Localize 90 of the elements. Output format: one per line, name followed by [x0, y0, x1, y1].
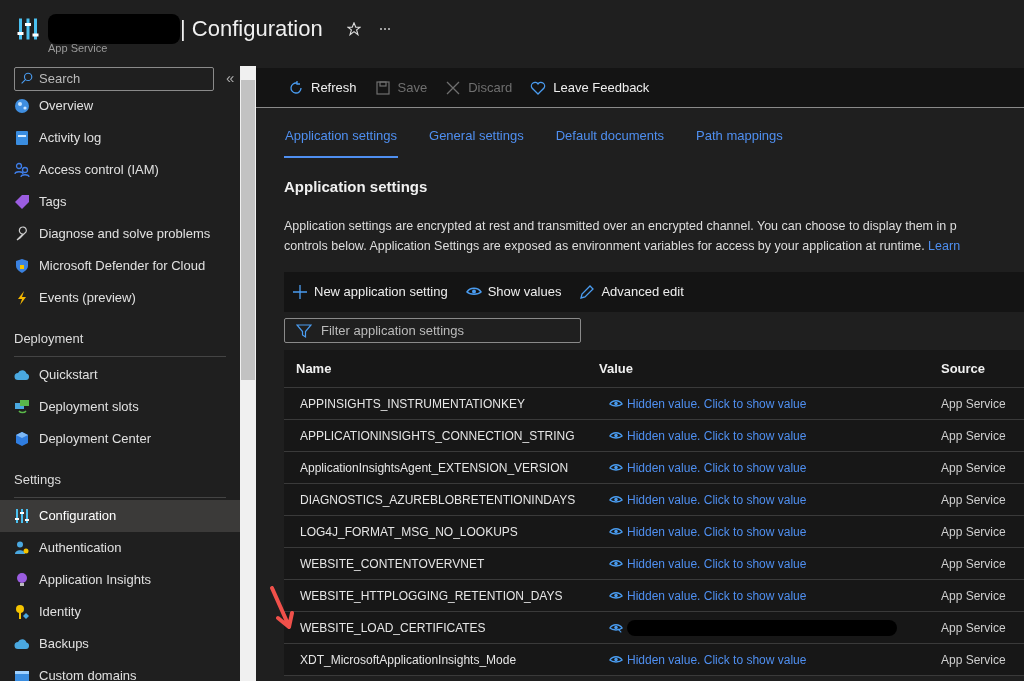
table-cell-text: App Service — [941, 555, 1007, 573]
nav-item[interactable]: Configuration — [0, 500, 240, 532]
tag-icon — [14, 194, 30, 210]
globe-icon — [14, 98, 30, 114]
section-heading: Deployment — [14, 331, 84, 346]
command-button[interactable]: Advanced edit — [579, 282, 684, 302]
section-title: Application settings — [284, 176, 429, 197]
cloud-icon — [14, 636, 30, 652]
table-cell-text: App Service — [941, 395, 1007, 413]
learn-link[interactable]: Learn — [928, 239, 961, 253]
collapse-button[interactable]: « — [226, 66, 235, 90]
table-cell-text: App Service — [941, 619, 1007, 637]
table-cell-text: App Service — [941, 491, 1007, 509]
column-header: Source — [941, 359, 987, 378]
cloud-icon — [14, 367, 30, 383]
star-icon[interactable] — [346, 22, 361, 36]
column-header: Name — [295, 359, 333, 378]
refresh-icon — [288, 79, 304, 96]
heart-icon — [530, 79, 547, 96]
nav-item[interactable]: Access control (IAM) — [0, 154, 240, 186]
table-cell-text: WEBSITE_HTTPLOGGING_RETENTION_DAYS — [299, 587, 564, 605]
table-cell-text: ApplicationInsightsAgent_EXTENSION_VERSION — [299, 459, 570, 477]
nav-item[interactable]: Overview — [0, 90, 240, 122]
table-cell-text: APPLICATIONINSIGHTS_CONNECTION_STRING — [299, 427, 576, 445]
nav-item[interactable]: Custom domains — [0, 660, 240, 681]
nav-item[interactable]: Deployment Center — [0, 423, 240, 455]
key-icon — [14, 604, 30, 620]
nav-item[interactable]: Diagnose and solve problems — [0, 218, 240, 250]
search-icon — [20, 72, 33, 85]
nav-item[interactable]: Identity — [0, 596, 240, 628]
browser-icon — [14, 668, 30, 681]
people-icon — [14, 162, 30, 178]
cube-icon — [14, 431, 30, 447]
more-icon[interactable] — [378, 27, 391, 31]
nav-item[interactable]: Quickstart — [0, 359, 240, 391]
filter-icon — [296, 323, 312, 339]
table-cell-text: App Service — [941, 587, 1007, 605]
nav-item[interactable]: Microsoft Defender for Cloud — [0, 250, 240, 282]
table-cell-text: DIAGNOSTICS_AZUREBLOBRETENTIONINDAYS — [299, 491, 577, 509]
scrollbar[interactable] — [240, 66, 256, 681]
table-cell-text: APPINSIGHTS_INSTRUMENTATIONKEY — [299, 395, 526, 413]
command-button[interactable]: New application setting — [292, 282, 448, 302]
tab[interactable]: Path mappings — [695, 126, 784, 158]
page-title: | Configuration — [180, 15, 323, 43]
sliders-icon — [14, 508, 30, 524]
show-value-link[interactable]: Hidden value. Click to show value — [609, 426, 807, 445]
show-value-link[interactable]: Hidden value. Click to show value — [609, 522, 807, 541]
show-value-link[interactable]: Hidden value. Click to show value — [609, 586, 807, 605]
table-cell-text: App Service — [941, 427, 1007, 445]
section-heading: Settings — [14, 472, 61, 487]
table-cell-text: XDT_MicrosoftApplicationInsights_Mode — [299, 651, 518, 669]
description-text: Application settings are encrypted at rest and transmitted over an encrypted channel. You can choose to display them in p controls below. Application Settings are exposed as environment variables for access by your application at runtime. Learn — [284, 218, 962, 255]
show-value-link[interactable]: Hidden value. Click to show value — [609, 458, 807, 477]
person-icon — [14, 540, 30, 556]
tab[interactable]: Default documents — [554, 126, 666, 158]
nav-item[interactable]: Activity log — [0, 122, 240, 154]
filter-field[interactable]: Filter application settings — [284, 318, 581, 343]
show-value-link[interactable]: Hidden value. Click to show value — [609, 394, 807, 413]
table-cell-text: LOG4J_FORMAT_MSG_NO_LOOKUPS — [299, 523, 519, 541]
document-icon — [14, 130, 30, 146]
nav-item[interactable]: Tags — [0, 186, 240, 218]
tab[interactable]: Application settings — [284, 126, 398, 158]
scrollbar-thumb[interactable] — [241, 80, 255, 380]
toolbar-button[interactable]: Refresh — [288, 77, 357, 98]
pencil-icon — [579, 284, 596, 300]
table-cell-text: WEBSITE_LOAD_CERTIFICATES — [299, 619, 487, 637]
nav-item[interactable]: Events (preview) — [0, 282, 240, 314]
plus-icon — [292, 284, 308, 300]
show-value-link[interactable]: Hidden value. Click to show value — [609, 554, 807, 573]
table-cell-text: App Service — [941, 651, 1007, 669]
nav-item[interactable]: Deployment slots — [0, 391, 240, 423]
nav-item[interactable]: Application Insights — [0, 564, 240, 596]
save-icon — [374, 79, 391, 96]
nav-item[interactable]: Backups — [0, 628, 240, 660]
column-header: Value — [599, 359, 634, 378]
table-cell-text: WEBSITE_CONTENTOVERVNET — [299, 555, 486, 573]
show-value-link[interactable]: Hidden value. Click to show value — [609, 650, 807, 669]
shield-icon — [14, 258, 30, 274]
search-field[interactable]: Search — [14, 66, 214, 91]
page-subtitle: App Service — [48, 41, 109, 56]
tab[interactable]: General settings — [428, 126, 525, 158]
slots-icon — [14, 399, 30, 415]
table-cell-text: App Service — [941, 523, 1007, 541]
lightbulb-icon — [14, 572, 30, 588]
command-button[interactable]: Show values — [465, 282, 562, 302]
table-cell-text: App Service — [941, 459, 1007, 477]
show-value-link[interactable]: Hidden value. Click to show value — [609, 490, 807, 509]
toolbar-button[interactable]: Leave Feedback — [530, 77, 650, 98]
close-icon — [445, 79, 462, 96]
nav-item[interactable]: Authentication — [0, 532, 240, 564]
